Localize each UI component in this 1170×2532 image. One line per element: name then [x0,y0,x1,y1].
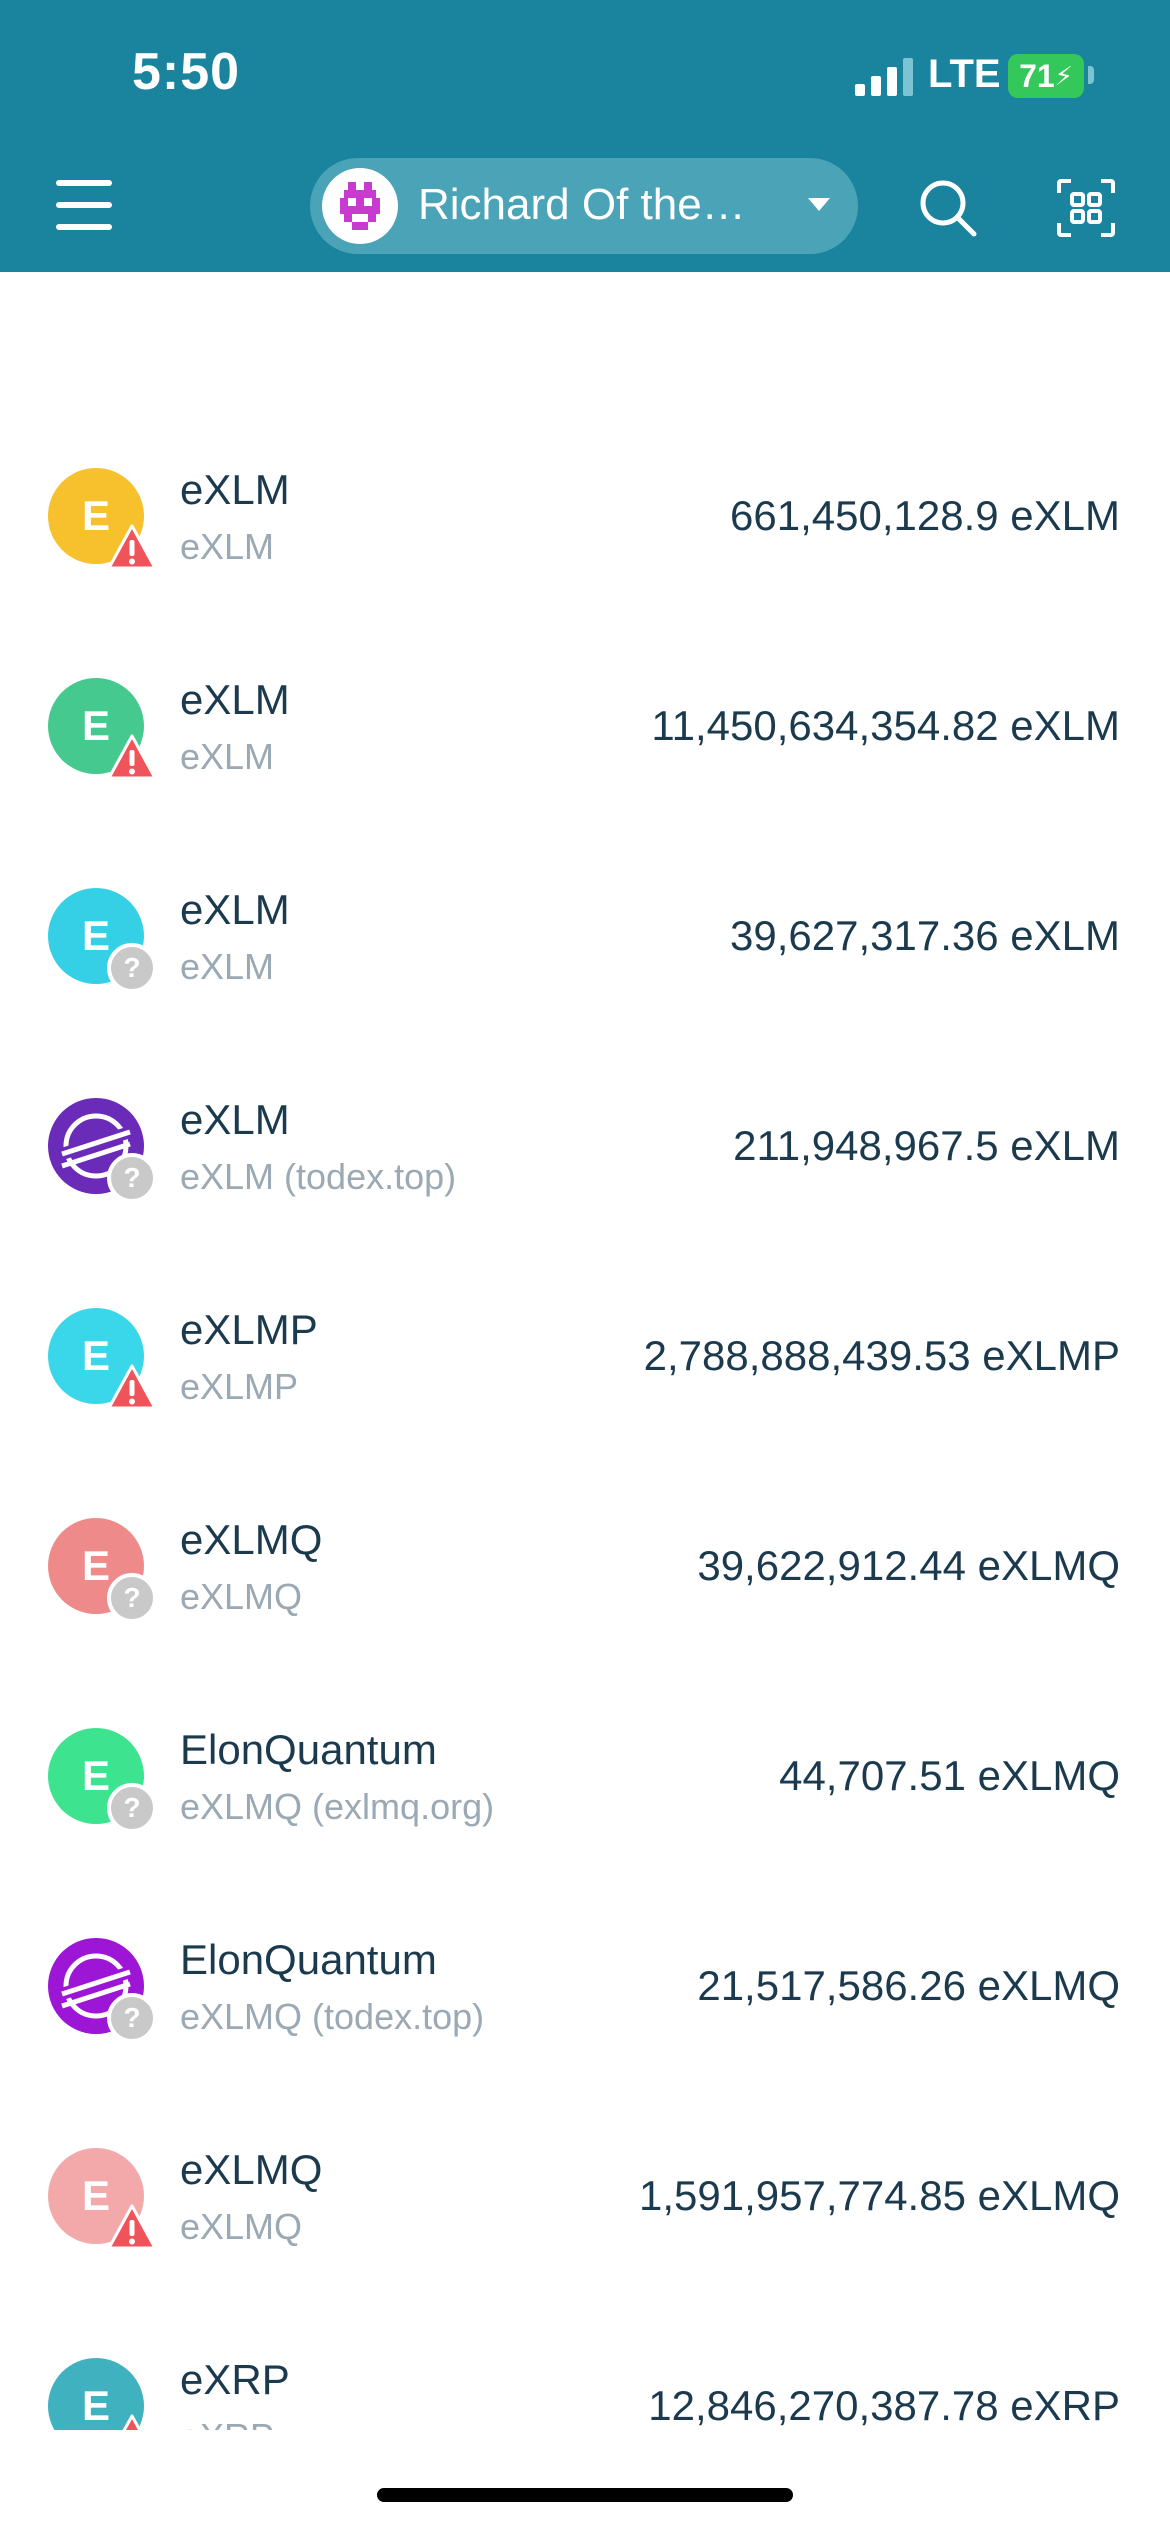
battery-icon: 71 ⚡ [1008,54,1084,98]
bottom-safe-area [0,2430,1170,2532]
search-icon [920,180,977,237]
token-issuer: eXLM [180,526,275,567]
warning-icon [106,1362,158,1414]
unknown-issuer-icon: ? [106,1572,158,1624]
token-name: ElonQuantum [180,1726,437,1773]
token-balance: 11,450,634,354.82 eXLM [651,702,1120,749]
token-row[interactable]: E? ElonQuantum eXLMQ (exlmq.org) 44,707.51 … [0,1670,1170,1880]
svg-text:?: ? [123,1792,140,1823]
battery-nub [1088,66,1094,84]
pixel-avatar-icon [340,182,380,230]
unknown-issuer-icon: ? [106,1992,158,2044]
svg-text:?: ? [123,952,140,983]
charging-bolt-icon: ⚡ [1054,60,1073,91]
svg-text:?: ? [123,1582,140,1613]
unknown-issuer-icon: ? [106,1782,158,1834]
token-issuer: eXLM (todex.top) [180,1156,457,1197]
token-row[interactable]: ? ElonQuantum eXLMQ (todex.top) 21,517,586.… [0,1880,1170,2090]
scan-qr-button[interactable] [1048,170,1124,246]
menu-icon-line [56,224,112,230]
token-issuer: eXLMQ (todex.top) [180,1996,485,2037]
token-row[interactable]: ? eXLM eXLM (todex.top) 211,948,967.5 eXLM [0,1040,1170,1250]
token-balance: 12,846,270,387.78 eXRP [648,2382,1120,2429]
status-time: 5:50 [132,43,241,101]
token-row[interactable]: EeXLM eXLM 11,450,634,354.82 eXLM [0,620,1170,830]
token-balance: 39,627,317.36 eXLM [730,912,1120,959]
token-row[interactable]: EeXLMQ eXLMQ 1,591,957,774.85 eXLMQ [0,2090,1170,2300]
svg-text:?: ? [123,2002,140,2033]
qr-scan-icon [1057,179,1115,237]
token-name: eXLM [180,1096,290,1143]
token-name: ElonQuantum [180,1936,437,1983]
token-issuer: eXLMP [180,1366,299,1407]
token-name: eXLMQ [180,1516,323,1563]
warning-icon [106,732,158,784]
unknown-issuer-icon: ? [106,1152,158,1204]
warning-icon [106,522,158,574]
token-balance: 661,450,128.9 eXLM [730,492,1120,539]
token-name: eXLM [180,466,290,513]
cellular-signal-icon [855,58,913,96]
chevron-down-icon [808,198,830,211]
token-row[interactable]: EeXLMP eXLMP 2,788,888,439.53 eXLMP [0,1250,1170,1460]
token-issuer: eXLM [180,946,275,987]
token-row[interactable]: EeXLM eXLM 661,450,128.9 eXLM [0,410,1170,620]
token-name: eXLMP [180,1306,318,1353]
token-balance: 44,707.51 eXLMQ [779,1752,1120,1799]
home-indicator [377,2488,793,2502]
token-name: eXLMQ [180,2146,323,2193]
token-name: eXRP [180,2356,290,2403]
token-issuer: eXLM [180,736,275,777]
token-balance: 21,517,586.26 eXLMQ [697,1962,1120,2009]
menu-icon-line [56,202,112,208]
token-balance: 1,591,957,774.85 eXLMQ [638,2172,1120,2219]
token-row[interactable]: E? eXLM eXLM 39,627,317.36 eXLM [0,830,1170,1040]
menu-button[interactable] [50,176,122,236]
battery-level: 71 [1019,57,1055,94]
token-balance: 2,788,888,439.53 eXLMP [643,1332,1120,1379]
token-issuer: eXLMQ [180,2206,303,2247]
token-issuer: eXLMQ [180,1576,303,1617]
token-row[interactable]: E? eXLMQ eXLMQ 39,622,912.44 eXLMQ [0,1460,1170,1670]
warning-icon [106,2202,158,2254]
svg-text:?: ? [123,1162,140,1193]
search-button[interactable] [910,170,986,246]
account-selector[interactable]: Richard Of the… [310,158,858,254]
token-name: eXLM [180,676,290,723]
app-header: 5:50 LTE 71 ⚡ Richard Of the… [0,0,1170,272]
account-avatar [322,168,398,244]
token-name: eXLM [180,886,290,933]
token-balance: 39,622,912.44 eXLMQ [697,1542,1120,1589]
network-type: LTE [928,52,1001,96]
token-issuer: eXLMQ (exlmq.org) [180,1786,495,1827]
token-balance: 211,948,967.5 eXLM [733,1122,1120,1169]
menu-icon [56,180,112,186]
account-name: Richard Of the… [418,180,746,229]
unknown-issuer-icon: ? [106,942,158,994]
